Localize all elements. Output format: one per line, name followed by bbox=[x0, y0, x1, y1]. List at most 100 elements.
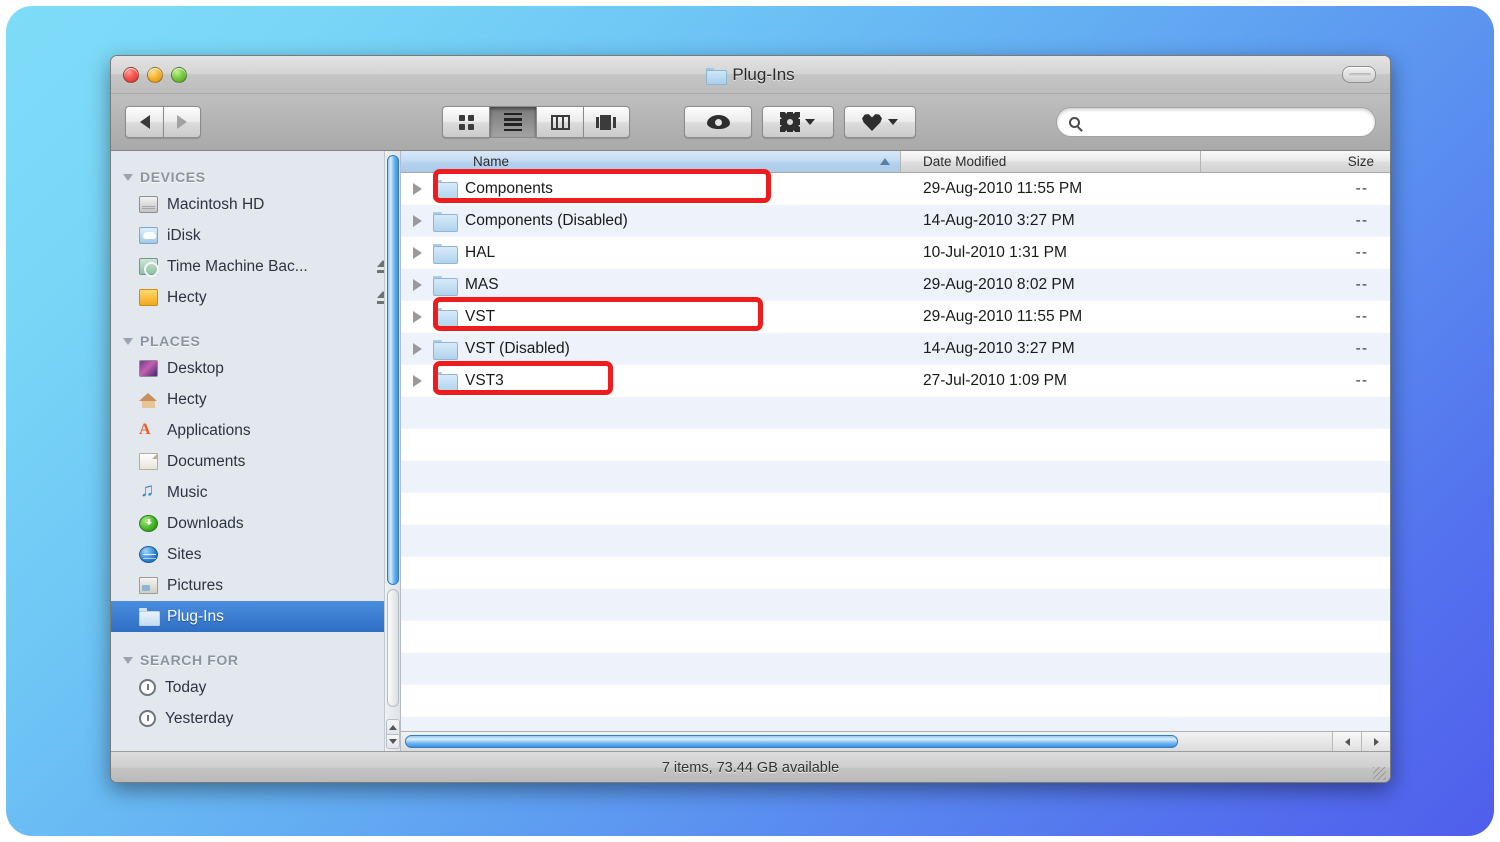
dropbox-icon bbox=[862, 114, 882, 131]
sidebar-section-devices[interactable]: DEVICES bbox=[111, 161, 400, 189]
sidebar-item-label: Desktop bbox=[167, 359, 224, 377]
sidebar-item-label: Sites bbox=[167, 545, 202, 563]
finder-window: Plug-Ins DEVICES Macintosh HD iDisk Time… bbox=[110, 55, 1391, 783]
disclosure-triangle-icon[interactable] bbox=[413, 215, 422, 227]
scrollbar-thumb[interactable] bbox=[387, 155, 399, 585]
coverflow-view-button[interactable] bbox=[583, 106, 630, 138]
empty-row bbox=[401, 429, 1390, 461]
sidebar-item-hecty-volume[interactable]: Hecty bbox=[111, 282, 400, 313]
sidebar-item-time-machine-backup[interactable]: Time Machine Bac... bbox=[111, 251, 400, 282]
grid-icon bbox=[458, 114, 474, 130]
sidebar-item-documents[interactable]: Documents bbox=[111, 446, 400, 477]
sidebar-item-label: Pictures bbox=[167, 576, 223, 594]
disclosure-triangle-icon[interactable] bbox=[413, 183, 422, 195]
forward-button[interactable] bbox=[163, 106, 201, 138]
window-title: Plug-Ins bbox=[111, 65, 1390, 85]
sidebar-item-desktop[interactable]: Desktop bbox=[111, 353, 400, 384]
horizontal-scrollbar[interactable] bbox=[401, 731, 1390, 751]
chevron-down-icon bbox=[805, 119, 815, 125]
navigation-buttons bbox=[125, 106, 201, 138]
sidebar-section-places[interactable]: PLACES bbox=[111, 325, 400, 353]
disclosure-triangle-icon[interactable] bbox=[123, 337, 133, 345]
sidebar-item-label: Macintosh HD bbox=[167, 195, 265, 213]
sidebar-item-sites[interactable]: Sites bbox=[111, 539, 400, 570]
clock-icon bbox=[139, 679, 156, 696]
scrollbar-track[interactable] bbox=[401, 732, 1332, 752]
file-size-cell: -- bbox=[1355, 372, 1368, 389]
action-menu-button[interactable] bbox=[762, 106, 834, 138]
column-view-button[interactable] bbox=[536, 106, 583, 138]
disclosure-triangle-icon[interactable] bbox=[123, 656, 133, 664]
scroll-down-button[interactable] bbox=[386, 734, 400, 749]
sidebar-item-applications[interactable]: Applications bbox=[111, 415, 400, 446]
table-row[interactable]: VST (Disabled) 14-Aug-2010 3:27 PM -- bbox=[401, 333, 1390, 365]
sidebar-section-search-for[interactable]: SEARCH FOR bbox=[111, 644, 400, 672]
disclosure-triangle-icon[interactable] bbox=[413, 375, 422, 387]
file-size-cell: -- bbox=[1355, 244, 1368, 261]
desktop-icon bbox=[139, 360, 158, 377]
sidebar-item-macintosh-hd[interactable]: Macintosh HD bbox=[111, 189, 400, 220]
scrollbar-thumb[interactable] bbox=[405, 734, 1178, 748]
sidebar-item-today[interactable]: Today bbox=[111, 672, 400, 703]
sidebar-item-plug-ins[interactable]: Plug-Ins bbox=[111, 601, 400, 632]
toolbar-action-buttons bbox=[684, 106, 916, 138]
list-icon bbox=[504, 112, 522, 132]
window-titlebar[interactable]: Plug-Ins bbox=[111, 56, 1390, 94]
column-header-label: Name bbox=[473, 154, 510, 169]
quick-look-button[interactable] bbox=[684, 106, 752, 138]
resize-grip[interactable] bbox=[1373, 767, 1386, 780]
toolbar-toggle-button[interactable] bbox=[1342, 66, 1376, 83]
list-view-button[interactable] bbox=[489, 106, 536, 138]
disclosure-triangle-icon[interactable] bbox=[413, 311, 422, 323]
sidebar-item-label: Time Machine Bac... bbox=[167, 257, 308, 275]
file-name-label: Components (Disabled) bbox=[465, 212, 628, 229]
sidebar-item-yesterday[interactable]: Yesterday bbox=[111, 703, 400, 734]
sidebar-item-label: Downloads bbox=[167, 514, 244, 532]
file-name-cell: Components (Disabled) bbox=[401, 211, 901, 232]
column-header-date-modified[interactable]: Date Modified bbox=[901, 151, 1201, 172]
table-row[interactable]: Components (Disabled) 14-Aug-2010 3:27 P… bbox=[401, 205, 1390, 237]
back-button[interactable] bbox=[125, 106, 163, 138]
table-row[interactable]: MAS 29-Aug-2010 8:02 PM -- bbox=[401, 269, 1390, 301]
eye-icon bbox=[706, 115, 730, 129]
clock-icon bbox=[139, 710, 156, 727]
column-header-size[interactable]: Size bbox=[1201, 151, 1390, 172]
caret-down-icon bbox=[389, 739, 397, 744]
sidebar-item-downloads[interactable]: Downloads bbox=[111, 508, 400, 539]
empty-row bbox=[401, 461, 1390, 493]
disclosure-triangle-icon[interactable] bbox=[413, 247, 422, 259]
scroll-left-button[interactable] bbox=[1332, 731, 1361, 751]
scrollbar-track-lower[interactable] bbox=[387, 589, 399, 707]
sidebar-section-label: DEVICES bbox=[140, 169, 206, 185]
icon-view-button[interactable] bbox=[442, 106, 489, 138]
table-row[interactable]: VST 29-Aug-2010 11:55 PM -- bbox=[401, 301, 1390, 333]
disclosure-triangle-icon[interactable] bbox=[123, 173, 133, 181]
sidebar-item-pictures[interactable]: Pictures bbox=[111, 570, 400, 601]
search-field[interactable] bbox=[1056, 107, 1376, 137]
caret-right-icon bbox=[1373, 737, 1379, 746]
status-text: 7 items, 73.44 GB available bbox=[661, 759, 840, 776]
sidebar-item-idisk[interactable]: iDisk bbox=[111, 220, 400, 251]
sidebar-item-label: Plug-Ins bbox=[167, 607, 224, 625]
sidebar-scrollbar[interactable] bbox=[384, 151, 400, 751]
column-header-name[interactable]: Name bbox=[401, 151, 901, 172]
table-row[interactable]: HAL 10-Jul-2010 1:31 PM -- bbox=[401, 237, 1390, 269]
dropbox-menu-button[interactable] bbox=[844, 106, 916, 138]
sort-ascending-icon bbox=[880, 158, 890, 165]
file-size-cell: -- bbox=[1355, 180, 1368, 197]
table-row[interactable]: Components 29-Aug-2010 11:55 PM -- bbox=[401, 173, 1390, 205]
disclosure-triangle-icon[interactable] bbox=[413, 279, 422, 291]
file-name-label: VST bbox=[465, 308, 496, 325]
scroll-right-button[interactable] bbox=[1361, 731, 1390, 751]
empty-row bbox=[401, 653, 1390, 685]
folder-icon bbox=[139, 608, 160, 626]
sidebar-item-music[interactable]: Music bbox=[111, 477, 400, 508]
file-date-cell: 29-Aug-2010 11:55 PM bbox=[923, 308, 1083, 325]
sidebar-item-hecty-home[interactable]: Hecty bbox=[111, 384, 400, 415]
scroll-up-button[interactable] bbox=[386, 719, 400, 734]
table-row[interactable]: VST3 27-Jul-2010 1:09 PM -- bbox=[401, 365, 1390, 397]
sidebar-item-label: Yesterday bbox=[165, 709, 234, 727]
disclosure-triangle-icon[interactable] bbox=[413, 343, 422, 355]
search-input[interactable] bbox=[1085, 114, 1363, 130]
column-headers: Name Date Modified Size bbox=[401, 151, 1390, 173]
